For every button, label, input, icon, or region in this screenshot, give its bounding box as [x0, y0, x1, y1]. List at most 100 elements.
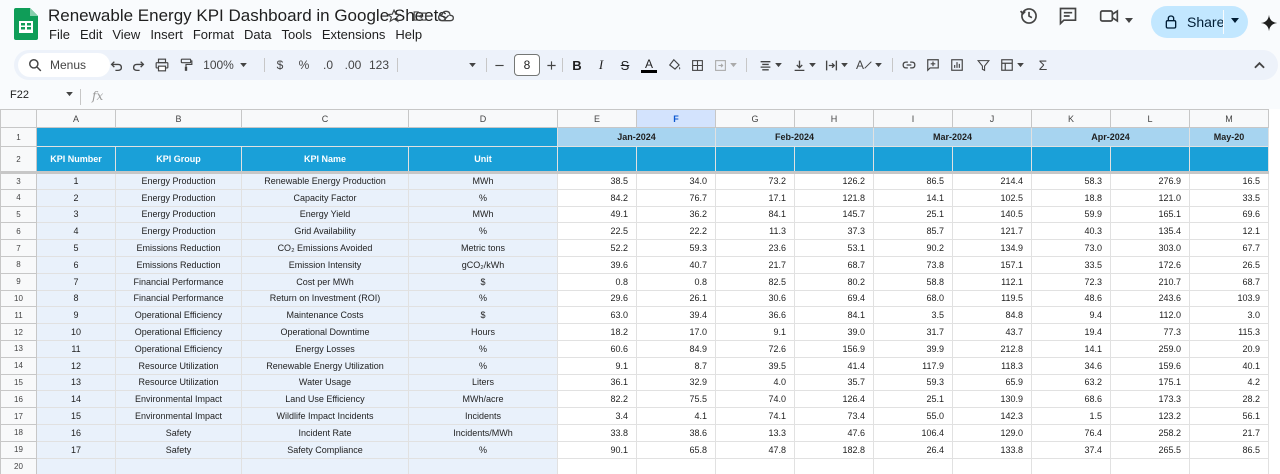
meet-video-icon[interactable] [1099, 6, 1119, 26]
value-cell[interactable]: 33.8 [557, 423, 637, 442]
value-cell[interactable]: 123.2 [1110, 407, 1190, 425]
value-cell[interactable]: 3.4 [557, 407, 637, 425]
column-header-l[interactable]: L [1110, 109, 1190, 128]
value-cell[interactable]: 19.4 [1031, 323, 1111, 341]
menu-format[interactable]: Format [192, 27, 239, 42]
value-cell[interactable]: 265.5 [1110, 440, 1190, 459]
value-cell[interactable]: 40.3 [1031, 222, 1111, 241]
empty-cell[interactable] [241, 457, 409, 474]
value-cell[interactable]: 86.5 [1189, 440, 1269, 459]
kpi-cell[interactable]: 9 [36, 306, 116, 325]
value-cell[interactable]: 1.5 [1031, 407, 1111, 425]
kpi-cell[interactable]: % [408, 289, 558, 308]
kpi-cell[interactable]: CO₂ Emissions Avoided [241, 239, 409, 257]
kpi-cell[interactable]: Incident Rate [241, 423, 409, 442]
month-subheader-cell[interactable] [952, 146, 1032, 174]
value-cell[interactable]: 52.2 [557, 239, 637, 257]
kpi-cell[interactable]: MWh [408, 205, 558, 224]
value-cell[interactable]: 26.5 [1189, 255, 1269, 274]
month-subheader-cell[interactable] [794, 146, 874, 174]
insert-link-icon[interactable] [898, 50, 920, 80]
row-header[interactable]: 6 [0, 222, 37, 241]
month-header[interactable]: Feb-2024 [715, 127, 874, 147]
row-header[interactable]: 3 [0, 172, 37, 190]
value-cell[interactable]: 90.2 [873, 239, 953, 257]
value-cell[interactable]: 18.2 [557, 323, 637, 341]
name-box-chevron-down-icon[interactable] [66, 92, 73, 97]
value-cell[interactable]: 39.0 [794, 323, 874, 341]
text-wrapping-icon[interactable] [820, 50, 852, 80]
month-subheader-cell[interactable] [715, 146, 795, 174]
value-cell[interactable]: 82.5 [715, 272, 795, 291]
kpi-cell[interactable]: Financial Performance [115, 272, 242, 291]
value-cell[interactable]: 8.7 [636, 356, 716, 375]
kpi-column-header[interactable]: KPI Group [115, 146, 242, 174]
kpi-cell[interactable]: 1 [36, 172, 116, 190]
value-cell[interactable]: 48.6 [1031, 289, 1111, 308]
month-header[interactable]: Apr-2024 [1031, 127, 1190, 147]
value-cell[interactable]: 75.5 [636, 390, 716, 409]
kpi-cell[interactable]: Financial Performance [115, 289, 242, 308]
value-cell[interactable]: 85.7 [873, 222, 953, 241]
value-cell[interactable]: 41.4 [794, 356, 874, 375]
value-cell[interactable]: 18.8 [1031, 188, 1111, 207]
menu-file[interactable]: File [48, 27, 75, 42]
borders-icon[interactable] [686, 50, 708, 80]
value-cell[interactable]: 43.7 [952, 323, 1032, 341]
value-cell[interactable]: 258.2 [1110, 423, 1190, 442]
row-header[interactable]: 9 [0, 272, 37, 291]
font-family-select[interactable] [402, 50, 482, 80]
kpi-cell[interactable]: Incidents [408, 407, 558, 425]
kpi-cell[interactable]: Emissions Reduction [115, 239, 242, 257]
value-cell[interactable]: 69.4 [794, 289, 874, 308]
filter-views-icon[interactable] [996, 50, 1028, 80]
value-cell[interactable]: 82.2 [557, 390, 637, 409]
kpi-cell[interactable]: 13 [36, 373, 116, 392]
empty-cell[interactable] [557, 457, 637, 474]
kpi-column-header[interactable]: Unit [408, 146, 558, 174]
value-cell[interactable]: 21.7 [715, 255, 795, 274]
menu-edit[interactable]: Edit [79, 27, 107, 42]
kpi-cell[interactable]: Energy Production [115, 222, 242, 241]
merge-cells-icon[interactable] [708, 50, 742, 80]
empty-cell[interactable] [636, 457, 716, 474]
value-cell[interactable]: 37.4 [1031, 440, 1111, 459]
row-header[interactable]: 16 [0, 390, 37, 409]
value-cell[interactable]: 80.2 [794, 272, 874, 291]
value-cell[interactable]: 22.2 [636, 222, 716, 241]
value-cell[interactable]: 11.3 [715, 222, 795, 241]
kpi-cell[interactable]: Operational Efficiency [115, 339, 242, 358]
kpi-cell[interactable]: 3 [36, 205, 116, 224]
row-header[interactable]: 17 [0, 407, 37, 425]
empty-cell[interactable] [1031, 457, 1111, 474]
row-header[interactable]: 2 [0, 146, 37, 174]
menus-search[interactable]: Menus [18, 53, 110, 77]
value-cell[interactable]: 103.9 [1189, 289, 1269, 308]
column-header-a[interactable]: A [36, 109, 116, 128]
column-header-f[interactable]: F [636, 109, 716, 128]
print-icon[interactable] [150, 50, 174, 80]
value-cell[interactable]: 17.0 [636, 323, 716, 341]
select-all-corner[interactable] [0, 109, 37, 128]
value-cell[interactable]: 159.6 [1110, 356, 1190, 375]
kpi-cell[interactable]: Incidents/MWh [408, 423, 558, 442]
month-subheader-cell[interactable] [1110, 146, 1190, 174]
value-cell[interactable]: 65.8 [636, 440, 716, 459]
month-subheader-cell[interactable] [873, 146, 953, 174]
kpi-cell[interactable]: Wildlife Impact Incidents [241, 407, 409, 425]
empty-cell[interactable] [873, 457, 953, 474]
month-subheader-cell[interactable] [636, 146, 716, 174]
share-chevron-down-icon[interactable] [1231, 18, 1239, 24]
value-cell[interactable]: 126.4 [794, 390, 874, 409]
value-cell[interactable]: 21.7 [1189, 423, 1269, 442]
row-header[interactable]: 1 [0, 127, 37, 147]
gemini-sparkle-icon[interactable] [1260, 14, 1278, 32]
kpi-cell[interactable]: Liters [408, 373, 558, 392]
menu-tools[interactable]: Tools [280, 27, 316, 42]
kpi-cell[interactable]: Energy Production [115, 188, 242, 207]
zoom-select[interactable]: 100% [200, 50, 250, 80]
value-cell[interactable]: 9.1 [715, 323, 795, 341]
value-cell[interactable]: 39.5 [715, 356, 795, 375]
kpi-cell[interactable]: Resource Utilization [115, 373, 242, 392]
value-cell[interactable]: 84.1 [794, 306, 874, 325]
